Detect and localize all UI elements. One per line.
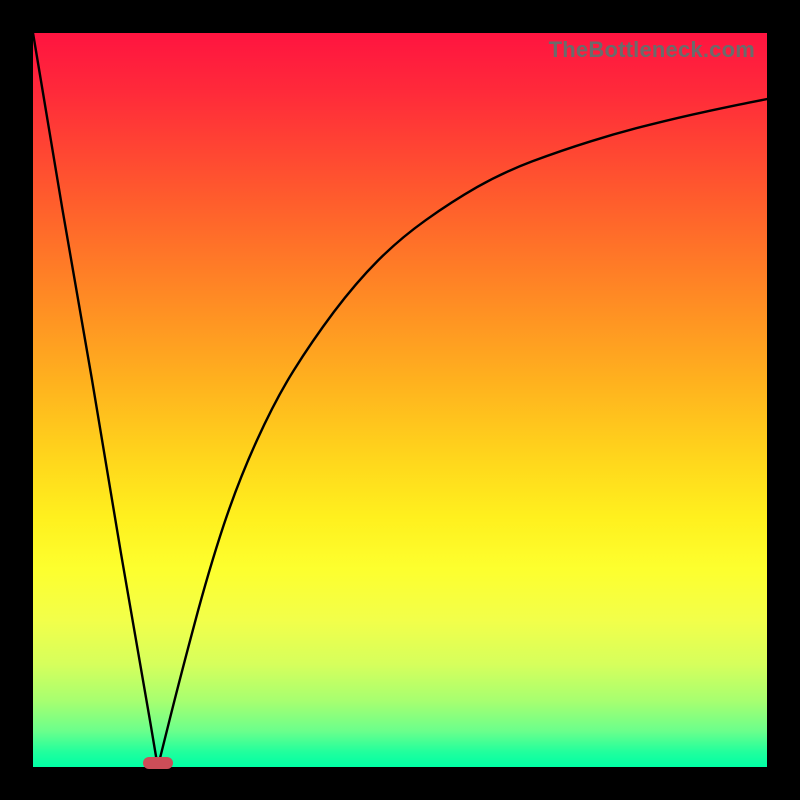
curve-path: [33, 33, 767, 767]
plot-area: TheBottleneck.com: [33, 33, 767, 767]
chart-frame: TheBottleneck.com: [0, 0, 800, 800]
bottleneck-curve: [33, 33, 767, 767]
minimum-marker: [143, 757, 173, 769]
